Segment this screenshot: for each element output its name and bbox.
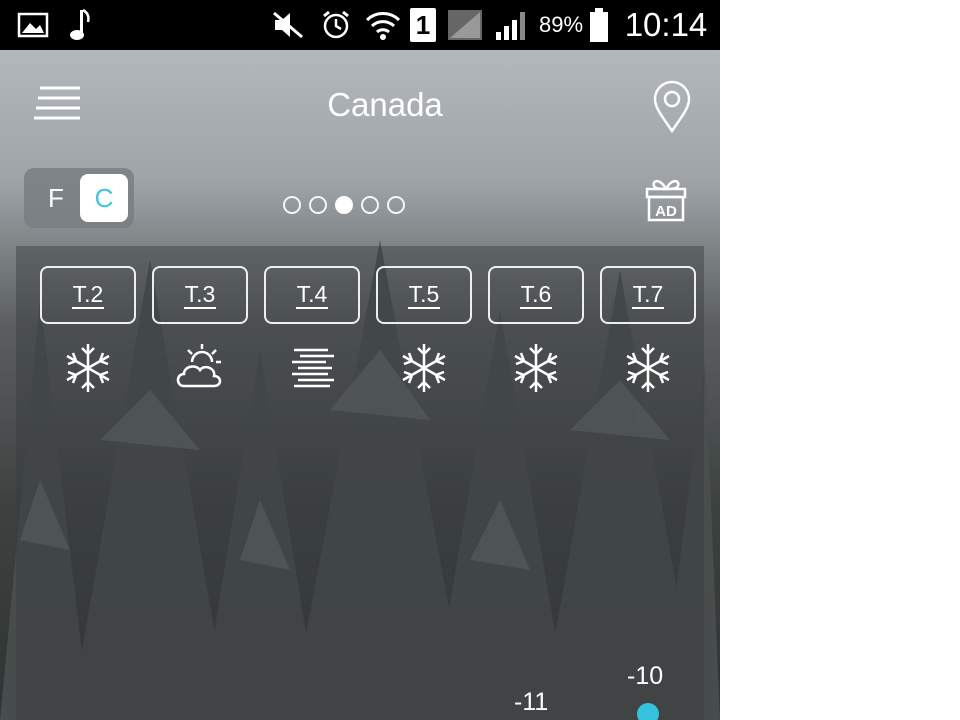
snow-icon [626,344,670,392]
page-dot[interactable] [283,196,301,214]
day-label: T.4 [295,281,329,309]
location-button[interactable] [650,80,694,134]
sim-label: 1 [410,8,436,42]
day-label: T.6 [519,281,553,309]
clock-time: 10:14 [624,6,708,43]
page-dot[interactable] [387,196,405,214]
status-bar: 1 89% 10:14 [0,0,720,50]
page-dot[interactable] [361,196,379,214]
snow-icon [514,344,558,392]
partly-cloudy-icon [176,344,222,388]
temp-label-t6: -11 [514,688,549,716]
day-tab-t4[interactable]: T.4 [264,266,360,324]
sim-1-icon: 1 [408,0,438,50]
signal-icon [492,0,532,50]
wifi-icon [362,0,404,50]
day-label: T.2 [71,281,105,309]
signal-icon [444,0,486,50]
mute-icon [268,0,308,50]
picture-icon [14,0,52,50]
battery-percent: 89% [538,12,584,37]
location-pin-icon [653,80,691,134]
unit-toggle[interactable]: F C [24,168,134,228]
temp-point-t7 [637,703,659,720]
page-indicator [283,196,433,218]
day-tab-t6[interactable]: T.6 [488,266,584,324]
app-screen: 1 89% 10:14 Canada F C AD T.2 T.3 T.4 T.… [0,0,720,720]
day-label: T.7 [631,281,665,309]
alarm-icon [318,0,354,50]
unit-c-option[interactable]: C [80,174,128,222]
gift-icon: AD [645,179,687,222]
day-tab-t2[interactable]: T.2 [40,266,136,324]
ad-label: AD [655,203,677,220]
day-label: T.5 [407,281,441,309]
day-tab-t5[interactable]: T.5 [376,266,472,324]
snow-icon [402,344,446,392]
page-dot[interactable] [309,196,327,214]
battery-icon [586,0,612,50]
day-label: T.3 [183,281,217,309]
location-title: Canada [327,86,443,123]
music-note-icon [64,0,96,50]
fog-icon [292,348,334,388]
menu-button[interactable] [28,84,84,128]
day-tab-t3[interactable]: T.3 [152,266,248,324]
unit-f-option[interactable]: F [34,176,78,220]
ad-gift-button[interactable]: AD [644,176,688,222]
day-tab-t7[interactable]: T.7 [600,266,696,324]
menu-icon [34,86,80,120]
snow-icon [66,344,110,392]
temp-label-t7: -10 [627,662,664,690]
page-dot[interactable] [335,196,353,214]
